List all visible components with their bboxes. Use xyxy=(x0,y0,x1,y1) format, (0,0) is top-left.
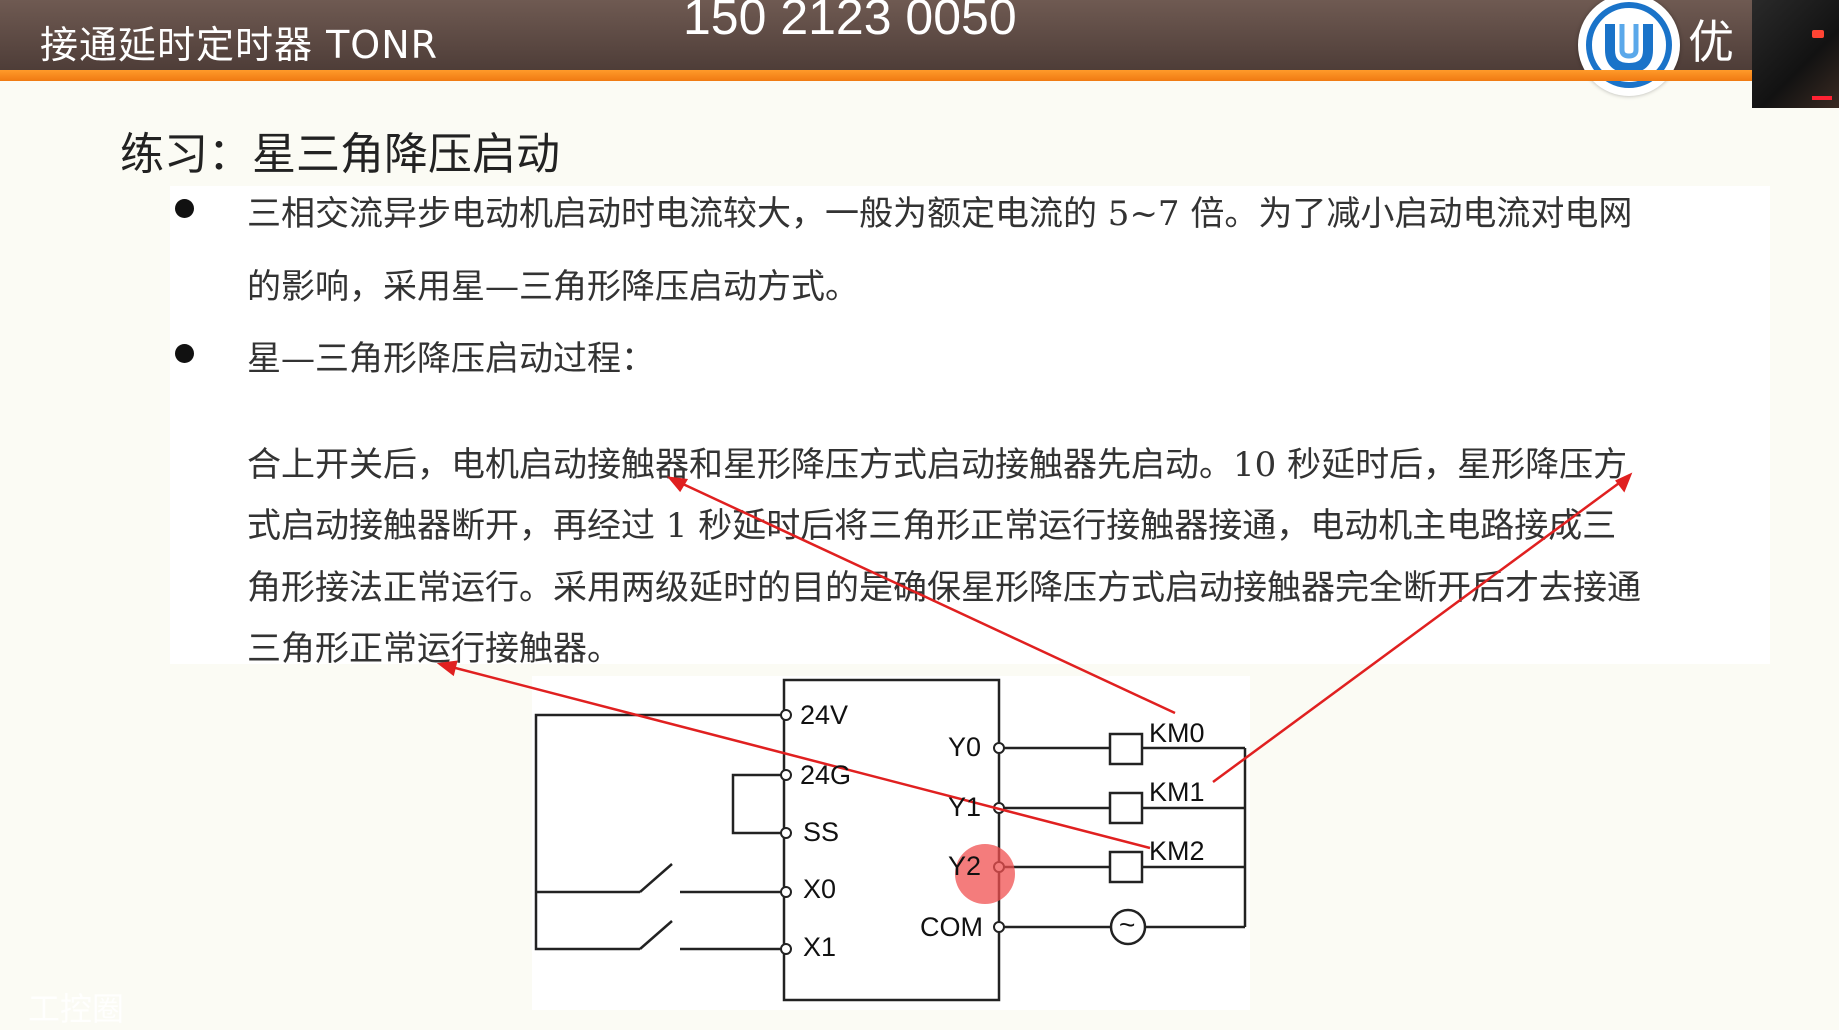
terminal-label-24g: 24G xyxy=(800,760,852,790)
annotation-arrowhead-km0 xyxy=(667,476,689,493)
terminal-label-x0: X0 xyxy=(803,874,837,904)
annotation-arrowhead-km2 xyxy=(436,660,458,677)
terminal-label-com: COM xyxy=(920,912,983,942)
terminal-label-y1: Y1 xyxy=(948,792,982,822)
load-label-km0: KM0 xyxy=(1149,718,1205,748)
terminal-label-ss: SS xyxy=(803,817,840,847)
coil-km2 xyxy=(1108,850,1144,884)
annotation-arrow-km1 xyxy=(1212,473,1631,784)
terminal-label-y0: Y0 xyxy=(948,732,982,762)
annotation-arrowhead-km1 xyxy=(1615,472,1633,493)
video-watermark: 工控圈 xyxy=(28,990,125,1028)
terminal-label-y2: Y2 xyxy=(948,851,982,881)
annotation-arrow-km2 xyxy=(439,662,1151,850)
wire-24g-ss xyxy=(731,773,786,835)
switch-x0 xyxy=(639,863,673,893)
terminal-label-24v: 24V xyxy=(800,700,849,730)
coil-km0 xyxy=(1108,732,1144,766)
terminal-label-x1: X1 xyxy=(803,932,837,962)
load-label-km1: KM1 xyxy=(1149,777,1205,807)
load-label-km2: KM2 xyxy=(1149,836,1205,866)
switch-x1 xyxy=(639,920,673,950)
wiring-diagram xyxy=(436,472,1633,1002)
coil-km1 xyxy=(1108,791,1144,825)
ac-symbol: ~ xyxy=(1119,909,1136,940)
annotation-arrow-km0 xyxy=(669,476,1176,715)
